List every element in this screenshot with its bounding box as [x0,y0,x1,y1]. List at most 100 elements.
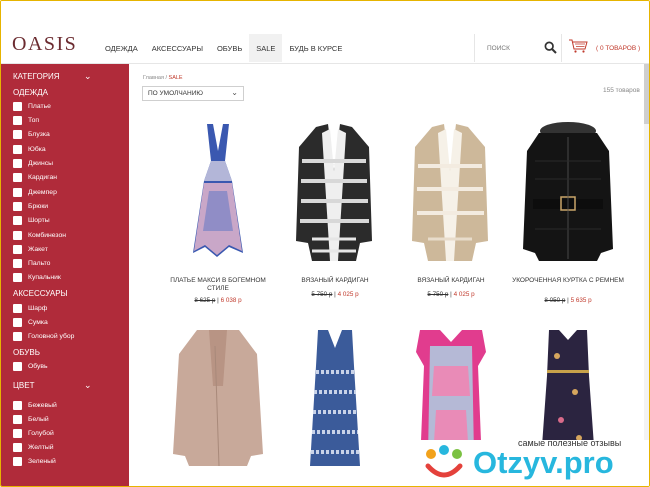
chevron-down-icon: ⌄ [231,88,238,97]
cart-count[interactable]: ( 0 ТОВАРОВ ) [596,45,640,52]
checkbox[interactable] [13,259,22,268]
filter-jacket[interactable]: Жакет [13,245,141,254]
filter-color-blue[interactable]: Голубой [13,429,141,438]
main-nav: ОДЕЖДА АКСЕССУАРЫ ОБУВЬ SALE БУДЬ В КУРС… [98,34,349,62]
nav-news[interactable]: БУДЬ В КУРСЕ [282,34,349,62]
old-price: 8 050 р [544,297,566,304]
filter-label: Джинсы [28,160,53,167]
chevron-down-icon[interactable]: ⌄ [84,71,92,82]
checkbox[interactable] [13,130,22,139]
product-image[interactable] [276,121,394,261]
product-card[interactable]: ПЛАТЬЕ МАКСИ В БОГЕМНОМ СТИЛЕ 8 625 р | … [159,121,277,311]
filter-color-yellow[interactable]: Желтый [13,443,141,452]
filter-skirt[interactable]: Юбка [13,145,141,154]
search-icon[interactable] [544,41,557,59]
filter-cardigan[interactable]: Кардиган [13,173,141,182]
site-logo[interactable]: OASIS [12,33,77,56]
filter-jumper[interactable]: Джемпер [13,188,141,197]
product-price: 8 050 р | 5 635 р [544,297,592,304]
checkbox[interactable] [13,116,22,125]
filter-label: Желтый [28,444,54,451]
filter-shoes[interactable]: Обувь [13,362,141,371]
filter-label: Сумка [28,319,48,326]
filter-label: Шорты [28,217,50,224]
checkbox[interactable] [13,332,22,341]
product-card[interactable]: УКОРОЧЕННАЯ КУРТКА С РЕМНЕМ 8 050 р | 5 … [509,121,627,311]
product-image[interactable] [509,121,627,261]
checkbox[interactable] [13,145,22,154]
checkbox[interactable] [13,415,22,424]
filter-blouse[interactable]: Блузка [13,130,141,139]
search-box [474,34,562,62]
product-name[interactable]: УКОРОЧЕННАЯ КУРТКА С РЕМНЕМ [509,277,627,285]
checkbox[interactable] [13,273,22,282]
filter-label: Платье [28,103,51,110]
old-price: 5 750 р [427,291,449,298]
filter-label: Обувь [28,363,48,370]
checkbox[interactable] [13,245,22,254]
nav-accessories[interactable]: АКСЕССУАРЫ [145,34,210,62]
filter-label: Джемпер [28,189,57,196]
filter-jumpsuit[interactable]: Комбинезон [13,231,141,240]
filter-color-green[interactable]: Зеленый [13,457,141,466]
checkbox[interactable] [13,443,22,452]
sale-price: 5 635 р [570,297,592,304]
cart[interactable]: ( 0 ТОВАРОВ ) [561,34,649,62]
filter-trousers[interactable]: Брюки [13,202,141,211]
product-image[interactable] [276,326,394,466]
scrollbar[interactable] [644,64,649,486]
category-heading[interactable]: КАТЕГОРИЯ [13,72,141,81]
filter-coat[interactable]: Пальто [13,259,141,268]
watermark-icon [425,445,463,478]
filter-jeans[interactable]: Джинсы [13,159,141,168]
product-card[interactable] [276,326,394,486]
filter-top[interactable]: Топ [13,116,141,125]
checkbox[interactable] [13,401,22,410]
product-name[interactable]: ВЯЗАНЫЙ КАРДИГАН [392,277,510,285]
cart-icon[interactable] [568,39,588,58]
checkbox[interactable] [13,188,22,197]
filter-headwear[interactable]: Головной убор [13,332,141,341]
sort-select[interactable]: ПО УМОЛЧАНИЮ ⌄ [142,86,244,101]
nav-sale[interactable]: SALE [249,34,283,62]
checkbox[interactable] [13,429,22,438]
filter-shorts[interactable]: Шорты [13,216,141,225]
sale-price: 6 038 р [220,297,242,304]
product-image[interactable] [159,326,277,466]
nav-shoes[interactable]: ОБУВЬ [210,34,249,62]
checkbox[interactable] [13,159,22,168]
checkbox[interactable] [13,102,22,111]
filter-dress[interactable]: Платье [13,102,141,111]
category-label: КАТЕГОРИЯ [13,72,60,81]
clothing-heading: ОДЕЖДА [13,88,48,97]
filter-color-beige[interactable]: Бежевый [13,401,141,410]
product-card[interactable]: ВЯЗАНЫЙ КАРДИГАН 5 750 р | 4 025 р [392,121,510,311]
product-image[interactable] [392,121,510,261]
checkbox[interactable] [13,231,22,240]
nav-clothing[interactable]: ОДЕЖДА [98,34,145,62]
filter-swimsuit[interactable]: Купальник [13,273,141,282]
product-card[interactable]: ВЯЗАНЫЙ КАРДИГАН 5 750 р | 4 025 р [276,121,394,311]
checkbox[interactable] [13,362,22,371]
chevron-down-icon[interactable]: ⌄ [84,380,92,391]
breadcrumb-home[interactable]: Главная [143,75,164,81]
filter-label: Голубой [28,430,54,437]
product-name[interactable]: ПЛАТЬЕ МАКСИ В БОГЕМНОМ СТИЛЕ [159,277,277,293]
search-input[interactable] [485,43,549,53]
filter-bag[interactable]: Сумка [13,318,141,327]
checkbox[interactable] [13,457,22,466]
checkbox[interactable] [13,304,22,313]
product-image[interactable] [159,121,277,261]
scrollbar-thumb[interactable] [644,64,649,124]
checkbox[interactable] [13,202,22,211]
product-name[interactable]: ВЯЗАНЫЙ КАРДИГАН [276,277,394,285]
checkbox[interactable] [13,318,22,327]
checkbox[interactable] [13,216,22,225]
filter-color-white[interactable]: Белый [13,415,141,424]
site-header: OASIS ОДЕЖДА АКСЕССУАРЫ ОБУВЬ SALE БУДЬ … [1,1,649,64]
color-heading[interactable]: ЦВЕТ [13,381,141,390]
filter-scarf[interactable]: Шарф [13,304,141,313]
product-card[interactable] [159,326,277,486]
checkbox[interactable] [13,173,22,182]
color-label: ЦВЕТ [13,381,35,390]
